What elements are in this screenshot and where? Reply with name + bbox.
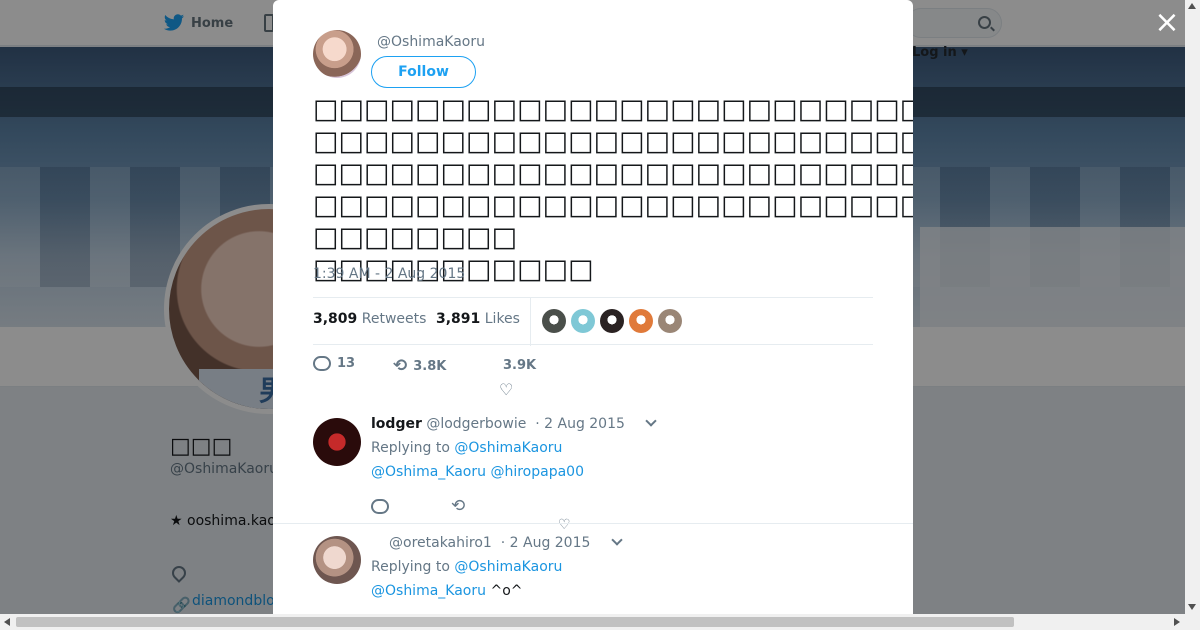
mention-link[interactable]: @Oshima_Kaoru xyxy=(371,464,486,480)
reply-body: @Oshima_Kaoru ^o^ xyxy=(371,583,523,599)
reply-header: @oretakahiro1 · 2 Aug 2015 xyxy=(389,534,623,551)
login-link[interactable]: Log in ▾ xyxy=(912,45,968,60)
retweet-icon: ⟲ xyxy=(393,356,408,376)
replying-to-link[interactable]: @OshimaKaoru xyxy=(454,440,562,456)
horizontal-scrollbar[interactable] xyxy=(0,614,1200,630)
author-handle[interactable]: @OshimaKaoru xyxy=(377,34,485,50)
like-count: 3.9K xyxy=(503,358,537,373)
liker-avatar[interactable] xyxy=(542,309,566,333)
scroll-down-icon[interactable] xyxy=(1188,604,1196,610)
reply-date[interactable]: · 2 Aug 2015 xyxy=(535,416,625,432)
tweet-modal: @OshimaKaoru Follow □□□□□□□□□□□□□□□□□□□□… xyxy=(273,0,913,614)
heart-icon[interactable]: ♡ xyxy=(499,380,513,399)
reply-date[interactable]: · 2 Aug 2015 xyxy=(501,535,591,551)
follow-button[interactable]: Follow xyxy=(371,56,476,88)
reply-avatar[interactable] xyxy=(313,536,361,584)
liker-avatar[interactable] xyxy=(571,309,595,333)
author-avatar[interactable] xyxy=(313,30,361,78)
replying-to: Replying to @OshimaKaoru xyxy=(371,559,563,575)
mention-link[interactable]: @Oshima_Kaoru xyxy=(371,583,486,599)
reply-author-name[interactable]: lodger xyxy=(371,416,422,432)
tweet-actions: 13 ⟲ 3.8K 3.9K ♡ xyxy=(313,356,613,399)
retweet-icon[interactable]: ⟲ xyxy=(451,496,465,516)
reply-button[interactable]: 13 xyxy=(313,356,355,371)
close-icon[interactable]: × xyxy=(1154,8,1180,38)
retweets-stat[interactable]: 3,809 Retweets xyxy=(313,311,426,327)
scroll-left-icon[interactable] xyxy=(4,618,10,626)
reply-avatar[interactable] xyxy=(313,418,361,466)
replying-to: Replying to @OshimaKaoru xyxy=(371,440,563,456)
retweet-count: 3.8K xyxy=(413,358,447,374)
likes-stat[interactable]: 3,891 Likes xyxy=(436,311,520,327)
liker-avatar[interactable] xyxy=(600,309,624,333)
scrollbar-thumb[interactable] xyxy=(16,617,1014,627)
reply-body: @Oshima_Kaoru @hiropapa00 xyxy=(371,464,584,480)
reply-actions: ⟲ xyxy=(371,496,465,516)
liker-avatar[interactable] xyxy=(658,309,682,333)
scroll-up-icon[interactable] xyxy=(1188,3,1196,9)
tweet-text: □□□□□□□□□□□□□□□□□□□□□□□□ □□□□□□□□□□□□□□□… xyxy=(313,94,913,285)
reply-count: 13 xyxy=(337,356,356,371)
scroll-right-icon[interactable] xyxy=(1174,618,1180,626)
chevron-down-icon[interactable] xyxy=(611,534,623,546)
reply-header: lodger @lodgerbowie · 2 Aug 2015 xyxy=(371,415,658,432)
reply-author-handle[interactable]: @lodgerbowie xyxy=(426,416,526,432)
tweet-timestamp[interactable]: 1:39 AM - 2 Aug 2015 xyxy=(313,266,465,282)
mention-link[interactable]: @hiropapa00 xyxy=(490,464,584,480)
retweet-button[interactable]: ⟲ 3.8K xyxy=(393,356,446,376)
tweet-stats: 3,809 Retweets 3,891 Likes xyxy=(313,297,873,346)
reply-tweet[interactable]: lodger @lodgerbowie · 2 Aug 2015 Replyin… xyxy=(273,405,913,533)
reply-author-handle[interactable]: @oretakahiro1 xyxy=(389,535,492,551)
reply-icon xyxy=(313,356,331,371)
replying-to-link[interactable]: @OshimaKaoru xyxy=(454,559,562,575)
reply-tweet[interactable]: @oretakahiro1 · 2 Aug 2015 Replying to @… xyxy=(273,523,913,614)
reply-icon[interactable] xyxy=(371,498,389,514)
liker-avatar[interactable] xyxy=(629,309,653,333)
chevron-down-icon[interactable] xyxy=(645,415,658,427)
liker-avatars xyxy=(542,309,682,333)
vertical-scrollbar[interactable] xyxy=(1185,0,1200,614)
